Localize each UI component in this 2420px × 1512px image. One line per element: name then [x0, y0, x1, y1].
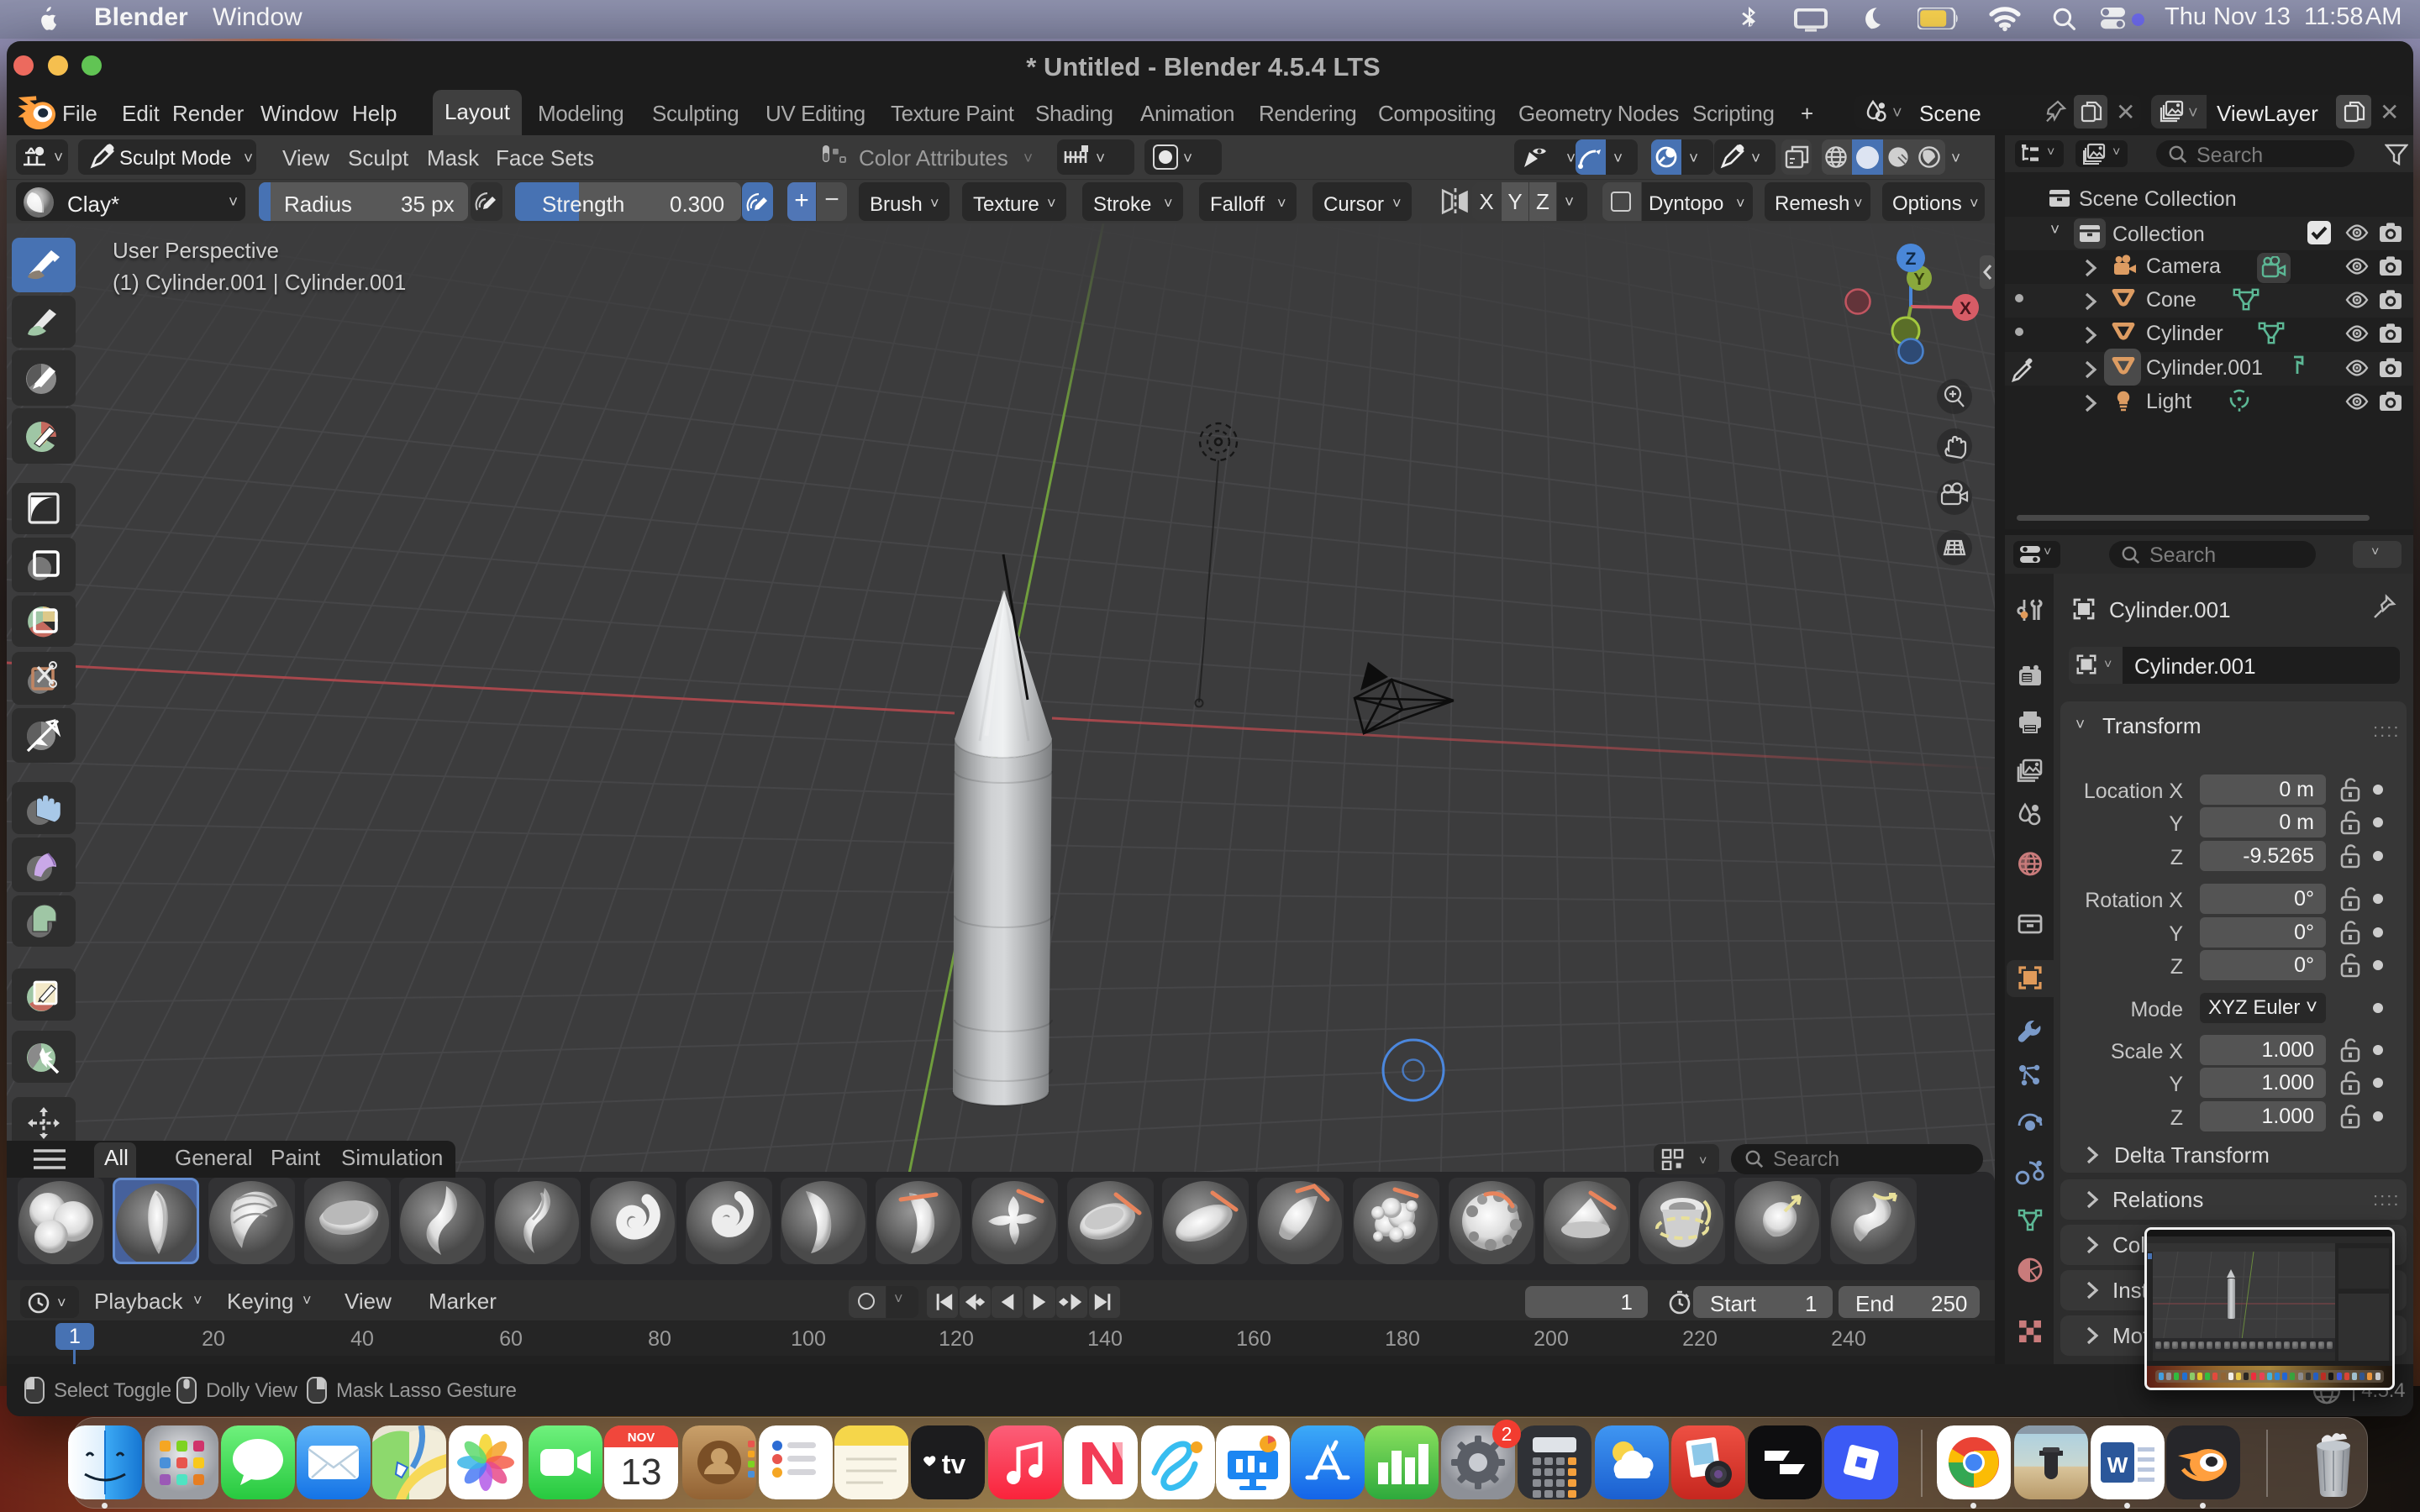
svg-text:Z: Z	[1906, 249, 1917, 269]
svg-text:Y: Y	[1913, 270, 1925, 289]
svg-text:NOV: NOV	[628, 1431, 655, 1445]
svg-text:13: 13	[621, 1452, 662, 1493]
svg-text:W: W	[2107, 1452, 2128, 1478]
svg-text:X: X	[1960, 299, 1971, 318]
svg-text:tv: tv	[942, 1449, 966, 1479]
